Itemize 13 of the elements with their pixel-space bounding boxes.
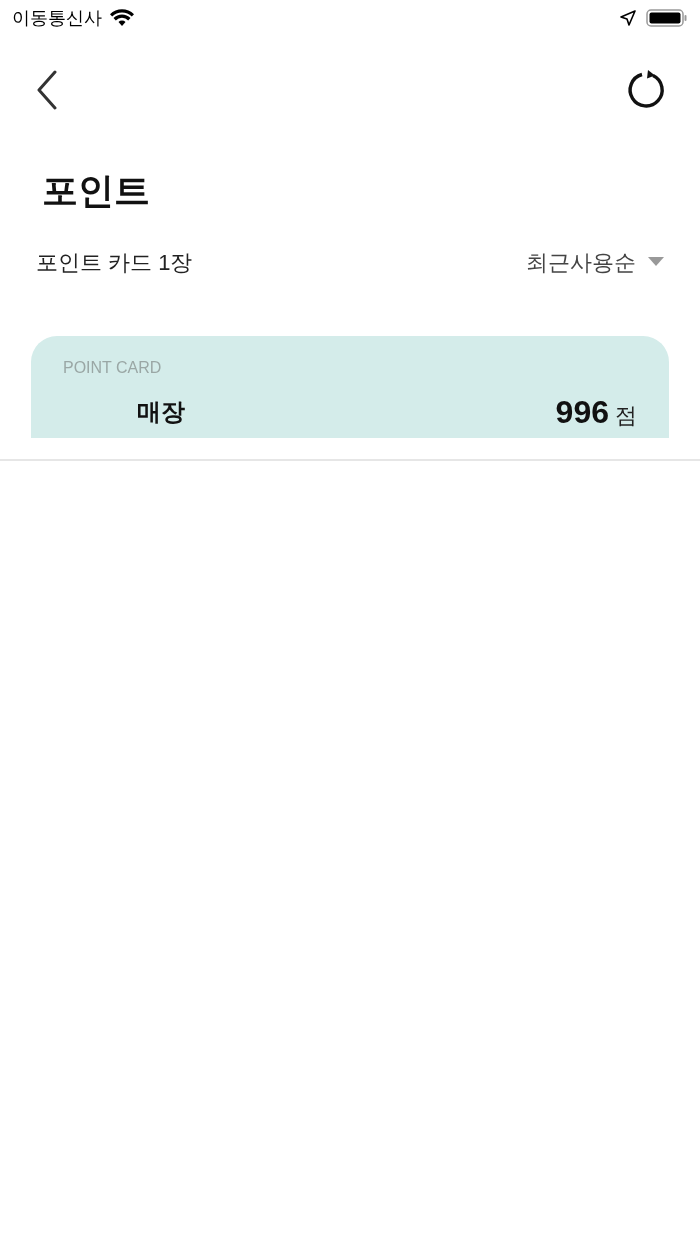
point-unit: 점 [615,402,637,430]
wifi-icon [110,9,134,27]
point-value: 996 [555,393,609,432]
battery-icon [646,8,688,28]
carrier-name: 이동통신사 [12,6,102,30]
card-count: 포인트 카드 1장 [36,248,193,277]
location-arrow-icon [620,10,636,26]
card-type-label: POINT CARD [63,360,162,376]
caret-icon [648,257,664,267]
point-card[interactable]: POINT CARD 매장 996 점 [31,336,669,438]
page-title: 포인트 [42,169,151,213]
store-name: 매장 [137,397,185,427]
sort-dropdown[interactable]: 최근사용순 [526,245,664,279]
